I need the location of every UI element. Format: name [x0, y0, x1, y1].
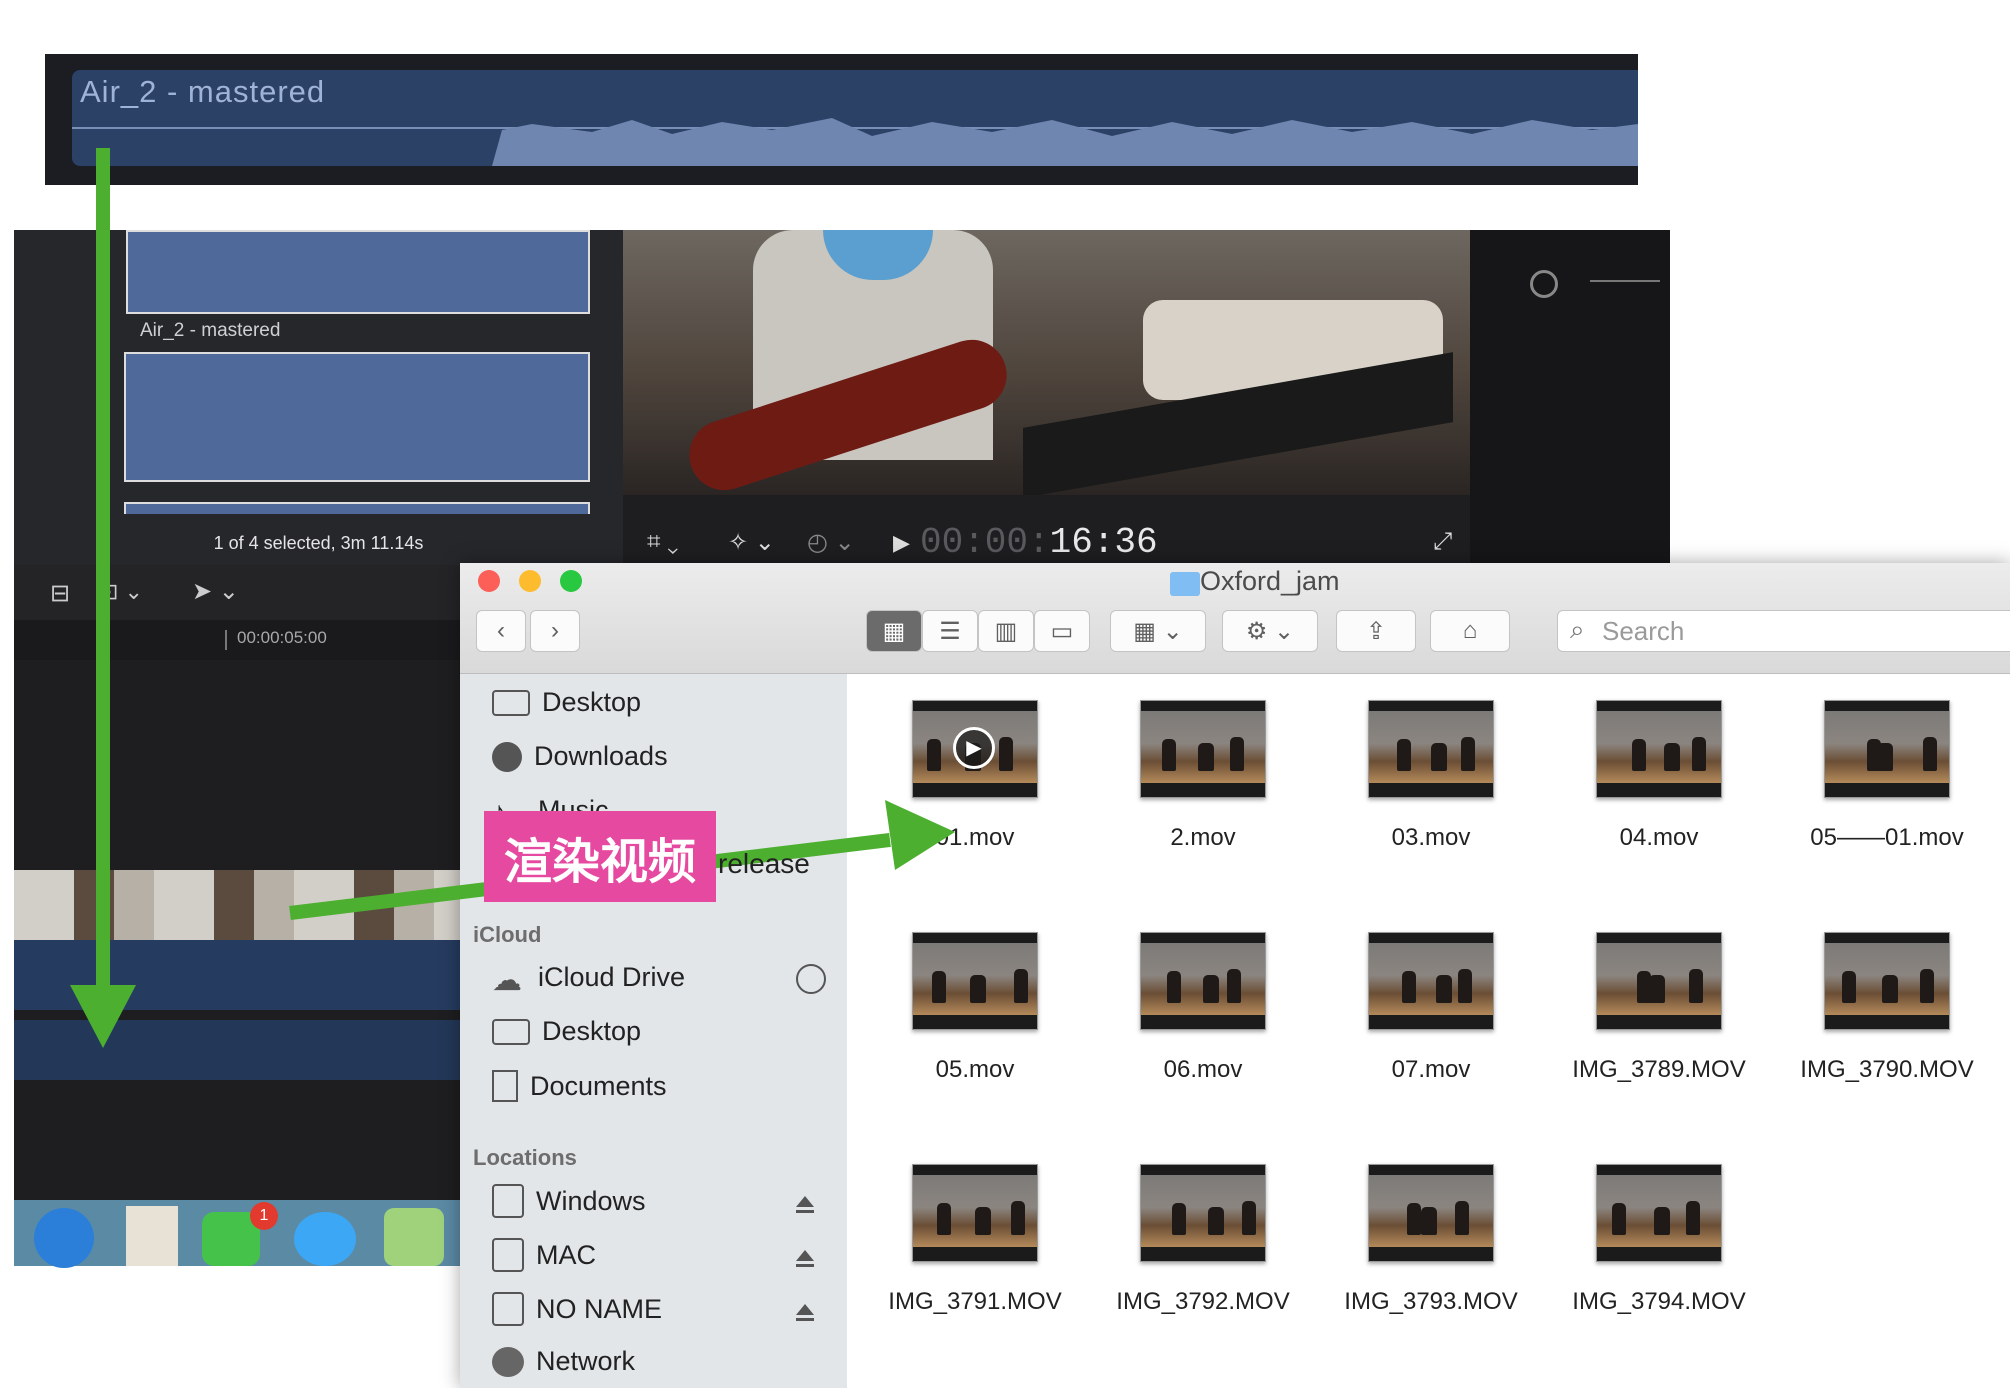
arrow-down-icon: [70, 148, 136, 1048]
annotation-arrows: [70, 148, 955, 1048]
render-video-label: 渲染视频: [484, 811, 716, 902]
sidebar-item-release-partial[interactable]: release: [718, 848, 810, 880]
